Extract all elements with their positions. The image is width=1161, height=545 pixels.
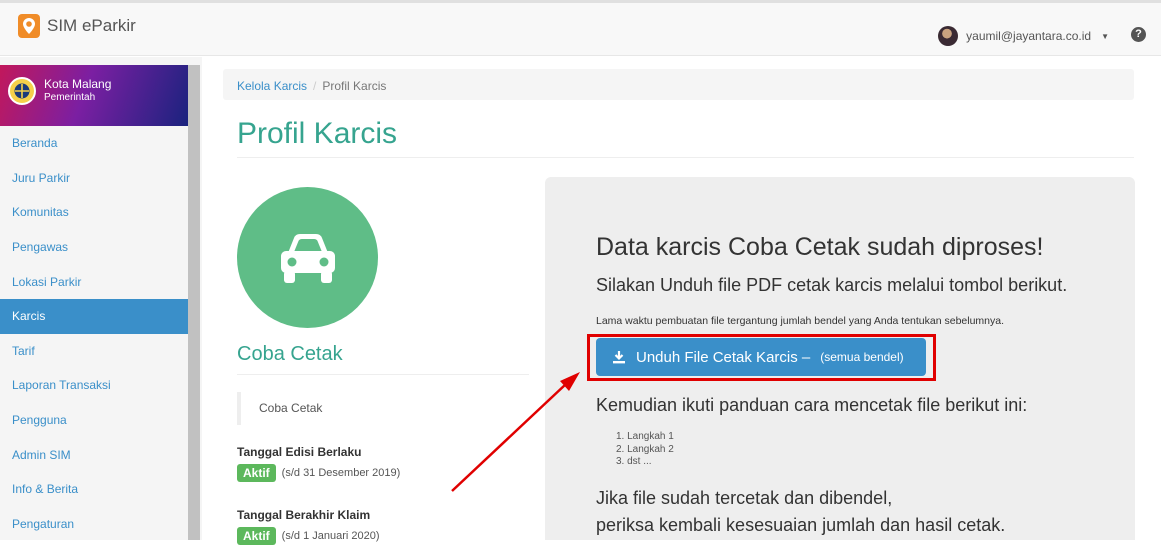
sidebar-item-juru-parkir[interactable]: Juru Parkir — [0, 161, 188, 196]
city-emblem-icon — [8, 77, 36, 105]
org-type: Pemerintah — [44, 92, 96, 103]
user-email: yaumil@jayantara.co.id — [966, 29, 1092, 43]
title-divider — [237, 157, 1134, 158]
panel-subheading: Kemudian ikuti panduan cara mencetak fil… — [596, 395, 1028, 415]
sidebar: Kota Malang Pemerintah Beranda Juru Park… — [0, 57, 202, 540]
sidebar-scrollbar[interactable] — [188, 65, 200, 540]
car-icon — [280, 233, 335, 283]
avatar — [938, 26, 959, 46]
breadcrumb: Kelola Karcis / Profil Karcis — [223, 69, 1134, 100]
sidebar-item-pengawas[interactable]: Pengawas — [0, 230, 188, 265]
location-pin-icon — [18, 14, 40, 38]
panel-note: Lama waktu pembuatan file tergantung jum… — [596, 315, 1005, 327]
breadcrumb-separator: / — [313, 79, 317, 93]
breadcrumb-current: Profil Karcis — [322, 79, 387, 93]
status-badge: Aktif — [237, 527, 276, 545]
download-button-scope: (semua bendel) — [820, 350, 904, 364]
status-badge: Aktif — [237, 464, 276, 482]
sidebar-item-tarif[interactable]: Tarif — [0, 334, 188, 369]
sidebar-item-info-berita[interactable]: Info & Berita — [0, 472, 188, 507]
download-button[interactable]: Unduh File Cetak Karcis – (semua bendel) — [596, 338, 926, 376]
top-navbar: SIM eParkir yaumil@jayantara.co.id ▼ ? — [0, 0, 1161, 56]
profile-divider — [237, 374, 529, 375]
profile-name: Coba Cetak — [237, 343, 343, 365]
list-item: 3. dst ... — [616, 456, 652, 467]
panel-lead: Silakan Unduh file PDF cetak karcis mela… — [596, 275, 1068, 295]
panel-title: Data karcis Coba Cetak sudah diproses! — [596, 233, 1044, 261]
profile-description: Coba Cetak — [237, 392, 322, 425]
help-icon[interactable]: ? — [1131, 27, 1146, 42]
sidebar-item-lokasi-parkir[interactable]: Lokasi Parkir — [0, 264, 188, 299]
claim-date-value: (s/d 1 Januari 2020) — [281, 530, 380, 542]
sidebar-item-pengguna[interactable]: Pengguna — [0, 403, 188, 438]
edition-date-row: Aktif (s/d 31 Desember 2019) — [237, 464, 400, 482]
org-name: Kota Malang — [44, 77, 112, 91]
page-title: Profil Karcis — [237, 117, 398, 150]
download-icon — [613, 351, 625, 364]
sidebar-item-laporan-transaksi[interactable]: Laporan Transaksi — [0, 368, 188, 403]
panel-footer-line-2: periksa kembali kesesuaian jumlah dan ha… — [596, 515, 1006, 535]
sidebar-item-pengaturan[interactable]: Pengaturan — [0, 507, 188, 542]
profile-image — [237, 187, 378, 328]
download-button-label: Unduh File Cetak Karcis – — [636, 348, 811, 366]
brand[interactable]: SIM eParkir — [18, 14, 136, 38]
steps-list: 1. Langkah 1 2. Langkah 2 3. dst ... — [596, 431, 674, 469]
user-menu[interactable]: yaumil@jayantara.co.id ▼ — [938, 26, 1109, 46]
list-item: 2. Langkah 2 — [616, 443, 674, 455]
claim-date-label: Tanggal Berakhir Klaim — [237, 508, 371, 522]
sidebar-item-komunitas[interactable]: Komunitas — [0, 195, 188, 230]
sidebar-item-beranda[interactable]: Beranda — [0, 126, 188, 161]
edition-date-label: Tanggal Edisi Berlaku — [237, 445, 362, 459]
org-header: Kota Malang Pemerintah — [0, 65, 188, 126]
app-name: SIM eParkir — [47, 16, 136, 35]
sidebar-item-karcis[interactable]: Karcis — [0, 298, 188, 334]
caret-down-icon: ▼ — [1101, 31, 1109, 41]
breadcrumb-link-kelola-karcis[interactable]: Kelola Karcis — [237, 79, 307, 93]
claim-date-row: Aktif (s/d 1 Januari 2020) — [237, 527, 380, 545]
panel-footer-line-1: Jika file sudah tercetak dan dibendel, — [596, 488, 893, 508]
list-item: 1. Langkah 1 — [616, 431, 674, 442]
edition-date-value: (s/d 31 Desember 2019) — [281, 467, 401, 479]
sidebar-item-admin-sim[interactable]: Admin SIM — [0, 437, 188, 472]
